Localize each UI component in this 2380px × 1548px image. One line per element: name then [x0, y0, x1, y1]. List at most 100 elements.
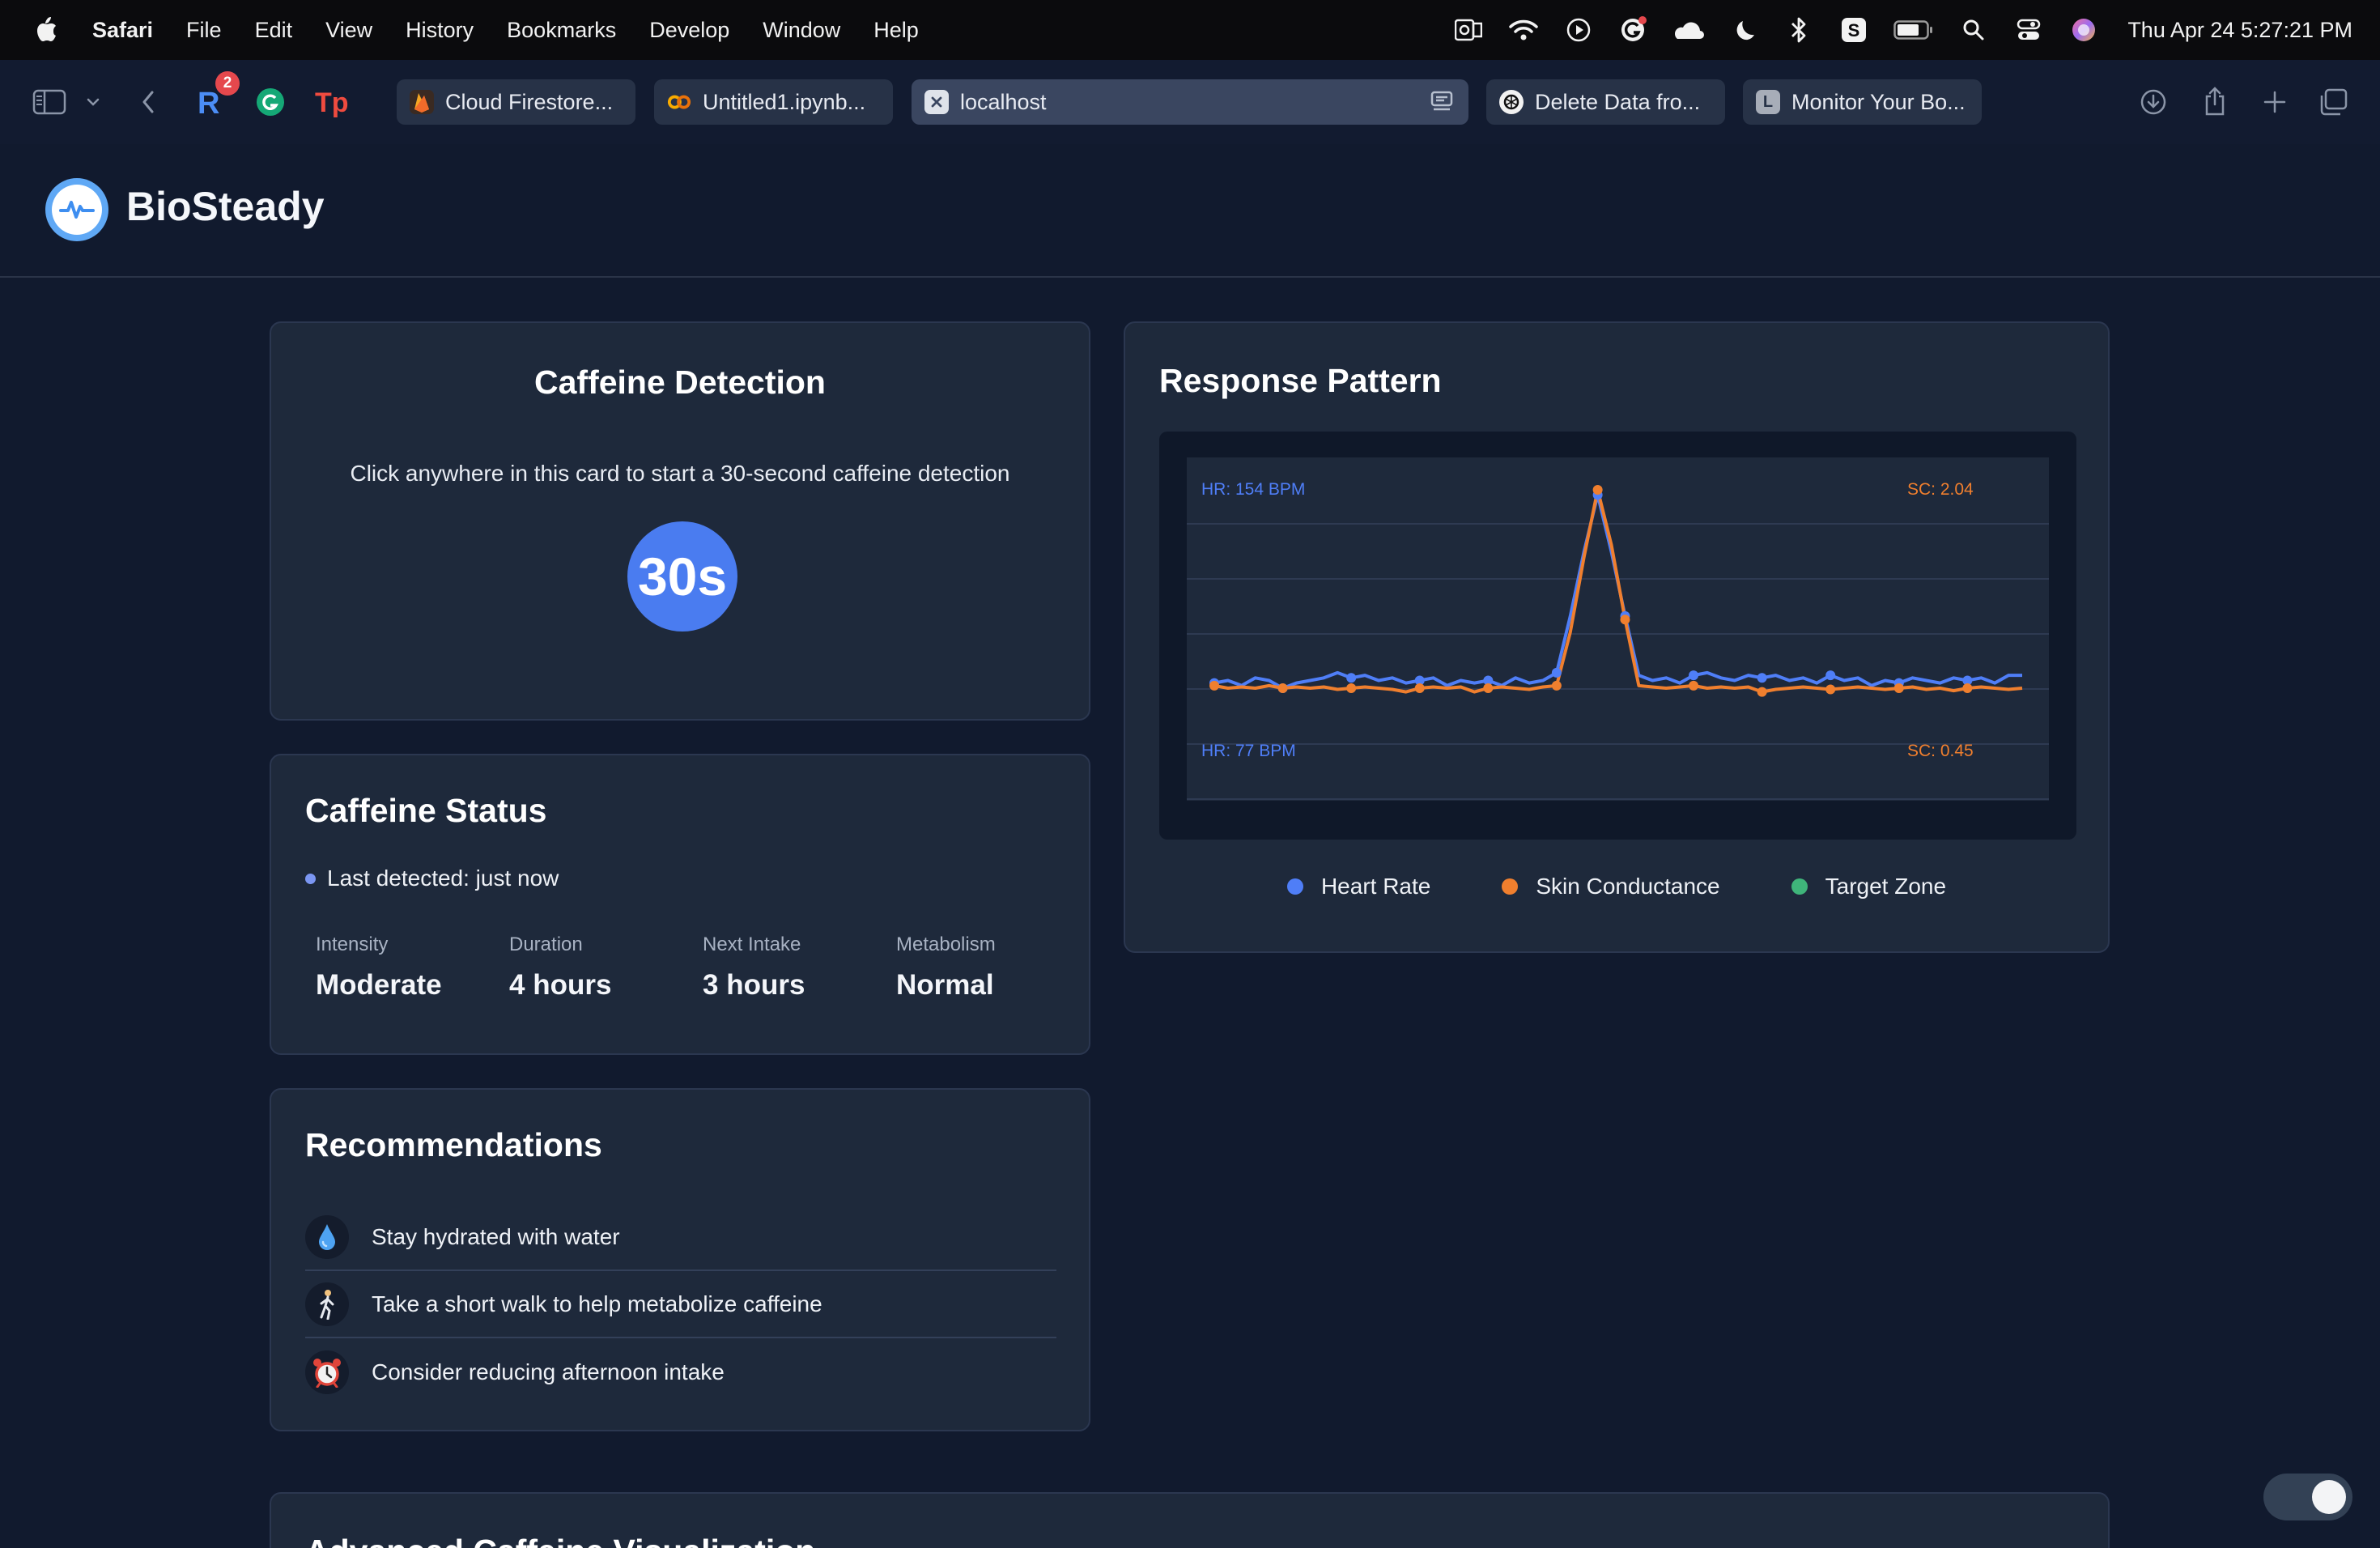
menu-window[interactable]: Window	[763, 18, 840, 43]
siri-icon[interactable]	[2068, 14, 2100, 46]
detection-timer[interactable]: 30s	[627, 521, 737, 632]
legend-label: Heart Rate	[1320, 874, 1431, 899]
tab-label: Untitled1.ipynb...	[703, 89, 866, 114]
metric-value: Normal	[896, 969, 994, 1001]
metric-intensity: Intensity Moderate	[316, 933, 442, 1002]
search-icon[interactable]	[1957, 14, 1990, 46]
data-point	[1757, 687, 1767, 697]
app-title: BioSteady	[126, 184, 325, 229]
legend-heart-rate[interactable]: Heart Rate	[1286, 874, 1431, 899]
last-detected-status: Last detected: just now	[305, 865, 559, 891]
battery-icon[interactable]	[1893, 14, 1935, 46]
tab-label: localhost	[960, 89, 1047, 114]
tab-monitor-your-body[interactable]: L Monitor Your Bo...	[1743, 79, 1982, 125]
data-point	[1551, 680, 1562, 691]
recommendation-text: Consider reducing afternoon intake	[372, 1359, 725, 1384]
browser-toolbar: R 2 Tp Cloud Firestore... Untitled1.ipyn…	[0, 60, 2380, 144]
data-point	[1277, 683, 1288, 693]
recommendation-item: Stay hydrated with water	[305, 1205, 1056, 1271]
metric-label: Metabolism	[896, 933, 996, 955]
menu-help[interactable]: Help	[873, 18, 919, 43]
menu-file[interactable]: File	[186, 18, 222, 43]
data-point	[1346, 683, 1357, 693]
hr-max-label: HR: 154 BPM	[1201, 480, 1305, 499]
data-point	[1893, 683, 1904, 693]
metric-label: Next Intake	[703, 933, 801, 955]
caffeine-detection-card[interactable]: Caffeine Detection Click anywhere in thi…	[270, 321, 1090, 721]
download-icon[interactable]	[2137, 86, 2170, 118]
toggle-knob	[2312, 1480, 2346, 1514]
legend-dot-icon	[1502, 878, 1519, 895]
status-dot-icon	[305, 873, 316, 884]
metric-value: 3 hours	[703, 969, 805, 1001]
sc-max-label: SC: 2.04	[1907, 480, 1974, 499]
legend-skin-conductance[interactable]: Skin Conductance	[1502, 874, 1720, 899]
legend-target-zone[interactable]: Target Zone	[1791, 874, 1946, 899]
extension-badge: 2	[215, 71, 240, 96]
response-chart: HR: 154 BPM HR: 77 BPM SC: 2.04 SC: 0.45	[1187, 457, 2049, 801]
tab-localhost[interactable]: localhost	[912, 79, 1468, 125]
menu-app-name[interactable]: Safari	[92, 18, 153, 43]
control-center-icon[interactable]	[2012, 14, 2045, 46]
chevron-down-icon[interactable]	[83, 89, 104, 115]
data-point	[1689, 670, 1699, 681]
bluetooth-icon[interactable]	[1783, 14, 1815, 46]
tab-delete-data[interactable]: Delete Data fro...	[1486, 79, 1725, 125]
data-point	[1825, 670, 1836, 681]
tab-label: Delete Data fro...	[1535, 89, 1701, 114]
menu-bookmarks[interactable]: Bookmarks	[507, 18, 616, 43]
card-title: Advanced Caffeine Visualization	[305, 1533, 815, 1548]
menu-history[interactable]: History	[406, 18, 474, 43]
grammarly-extension-icon[interactable]	[254, 86, 287, 118]
recommendation-item: Take a short walk to help metabolize caf…	[305, 1272, 1056, 1338]
firebase-icon	[410, 90, 434, 114]
apple-logo-icon[interactable]	[32, 15, 58, 45]
tab-untitled-notebook[interactable]: Untitled1.ipynb...	[654, 79, 893, 125]
sidebar-toggle-icon[interactable]	[31, 84, 68, 120]
wifi-icon[interactable]	[1507, 14, 1540, 46]
data-point	[1962, 683, 1973, 693]
biosteady-logo-icon[interactable]	[45, 178, 108, 241]
cloud-app-icon[interactable]	[1672, 14, 1705, 46]
tab-cloud-firestore[interactable]: Cloud Firestore...	[397, 79, 635, 125]
close-icon[interactable]	[924, 90, 949, 114]
recommendation-text: Stay hydrated with water	[372, 1224, 620, 1249]
caffeine-status-card: Caffeine Status Last detected: just now …	[270, 754, 1090, 1055]
walking-person-icon	[305, 1282, 349, 1326]
recommendation-text: Take a short walk to help metabolize caf…	[372, 1291, 822, 1316]
data-point	[1825, 684, 1836, 695]
back-arrow-icon[interactable]	[134, 86, 162, 118]
metric-next-intake: Next Intake 3 hours	[703, 933, 805, 1002]
menu-develop[interactable]: Develop	[649, 18, 729, 43]
legend-dot-icon	[1791, 878, 1808, 895]
play-circle-icon[interactable]	[1562, 14, 1595, 46]
new-tab-plus-icon[interactable]	[2259, 86, 2291, 118]
metric-value: 4 hours	[509, 969, 612, 1001]
water-drop-icon	[305, 1215, 349, 1259]
data-point	[1483, 683, 1494, 693]
menubar-clock[interactable]: Thu Apr 24 5:27:21 PM	[2127, 18, 2352, 43]
tab-label: Monitor Your Bo...	[1791, 89, 1966, 114]
data-point	[1592, 485, 1603, 495]
svg-text:S: S	[1848, 20, 1860, 40]
card-title: Response Pattern	[1159, 362, 1442, 399]
advanced-visualization-card: Advanced Caffeine Visualization	[270, 1492, 2110, 1548]
alarm-clock-icon	[305, 1350, 349, 1394]
share-icon[interactable]	[2199, 83, 2231, 120]
data-point	[1689, 680, 1699, 691]
grammarly-icon[interactable]	[1617, 14, 1650, 46]
tab-overview-icon[interactable]	[2317, 86, 2349, 118]
theme-toggle[interactable]	[2263, 1474, 2352, 1520]
reader-mode-icon[interactable]	[1430, 90, 1454, 118]
extension-tp-icon[interactable]: Tp	[314, 86, 351, 118]
outlook-icon[interactable]	[1452, 14, 1485, 46]
response-chart-frame: HR: 154 BPM HR: 77 BPM SC: 2.04 SC: 0.45	[1159, 432, 2076, 840]
s-app-icon[interactable]: S	[1838, 14, 1870, 46]
data-point	[1620, 615, 1630, 625]
chart-legend: Heart Rate Skin Conductance Target Zone	[1125, 874, 2108, 899]
hr-min-label: HR: 77 BPM	[1201, 742, 1296, 760]
moon-icon[interactable]	[1728, 14, 1760, 46]
tab-label: Cloud Firestore...	[445, 89, 614, 114]
menu-edit[interactable]: Edit	[255, 18, 293, 43]
menu-view[interactable]: View	[325, 18, 372, 43]
